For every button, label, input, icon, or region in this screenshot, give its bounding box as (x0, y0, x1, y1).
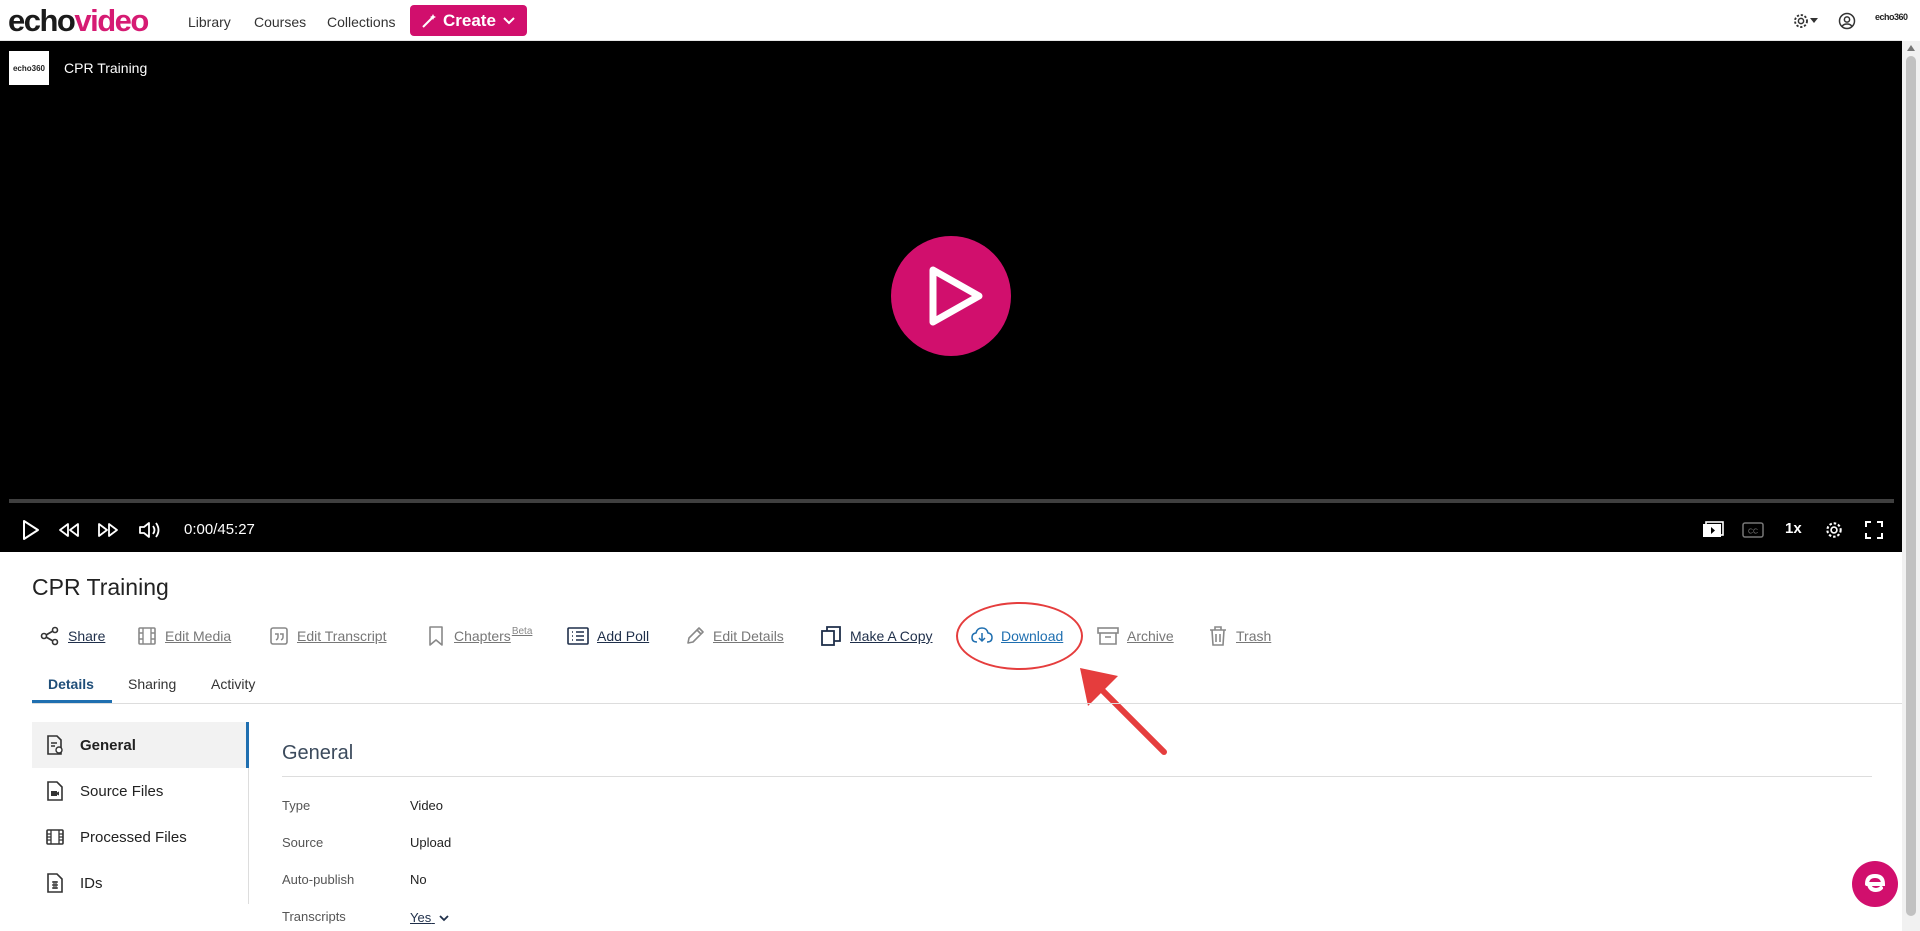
transcripts-dropdown[interactable]: Yes (410, 910, 449, 925)
archive-icon (1097, 627, 1119, 645)
details-sidebar: General Source Files Processed Files IDs (32, 722, 249, 904)
list-icon (567, 627, 589, 645)
seek-bar[interactable] (9, 499, 1894, 503)
institution-logo: echo360 (1875, 12, 1908, 22)
share-icon (40, 626, 59, 646)
add-poll-action[interactable]: Add Poll (567, 625, 649, 647)
create-button[interactable]: Create (410, 5, 527, 36)
player-title: CPR Training (64, 60, 148, 76)
general-divider (282, 776, 1872, 777)
playback-time: 0:00/45:27 (184, 521, 255, 538)
settings-menu-button[interactable] (1788, 10, 1822, 32)
scrollbar-thumb[interactable] (1906, 56, 1916, 916)
general-heading: General (282, 742, 354, 764)
edit-transcript-action[interactable]: Edit Transcript (269, 625, 386, 647)
film-icon (138, 627, 156, 645)
gear-icon (1794, 14, 1808, 28)
picture-in-picture-icon (1703, 521, 1724, 537)
player-logo: echo360 (9, 51, 49, 85)
volume-icon (139, 522, 160, 538)
chevron-down-icon (439, 915, 449, 922)
fullscreen-icon (1865, 521, 1883, 539)
field-value-source: Upload (410, 835, 452, 850)
field-label-transcripts: Transcripts (282, 909, 346, 924)
video-player[interactable]: echo360 CPR Training 0:00/45:27 CC 1x (0, 41, 1902, 552)
svg-text:CC: CC (1748, 529, 1758, 536)
secondary-source-button[interactable] (1700, 517, 1726, 543)
fast-forward-button[interactable] (95, 517, 121, 543)
sidebar-item-ids[interactable]: IDs (32, 860, 249, 906)
volume-button[interactable] (136, 517, 164, 543)
nav-library[interactable]: Library (188, 14, 231, 30)
beta-badge: Beta (511, 625, 533, 637)
field-value-auto-publish: No (410, 872, 427, 887)
fullscreen-button[interactable] (1861, 517, 1887, 543)
echo-chat-icon (1865, 873, 1886, 893)
edit-details-action[interactable]: Edit Details (685, 625, 784, 647)
trash-action[interactable]: Trash (1208, 625, 1271, 647)
play-button[interactable] (18, 517, 44, 543)
general-doc-icon (47, 735, 63, 755)
scroll-up-arrow-icon[interactable] (1907, 45, 1915, 51)
magic-wand-icon (422, 13, 436, 28)
edit-media-action[interactable]: Edit Media (137, 625, 231, 647)
user-account-button[interactable] (1836, 10, 1858, 32)
copy-icon (821, 626, 841, 646)
playback-speed-button[interactable]: 1x (1785, 520, 1802, 537)
sidebar-item-general[interactable]: General (32, 722, 249, 768)
player-settings-button[interactable] (1821, 517, 1847, 543)
sidebar-item-source-files[interactable]: Source Files (32, 768, 249, 814)
caret-down-icon (1810, 18, 1818, 23)
chevron-down-icon (503, 16, 515, 24)
annotation-arrow-icon (1080, 668, 1167, 755)
chapters-action[interactable]: Chapters Beta (426, 625, 532, 647)
trash-icon (1210, 626, 1226, 646)
user-circle-icon (1838, 12, 1856, 30)
rewind-button[interactable] (56, 517, 82, 543)
play-icon (23, 520, 39, 540)
pencil-icon (687, 627, 704, 644)
share-action[interactable]: Share (40, 625, 105, 647)
nav-collections[interactable]: Collections (327, 14, 395, 30)
make-a-copy-action[interactable]: Make A Copy (820, 625, 933, 647)
download-highlight-circle (956, 602, 1083, 670)
echovideo-logo[interactable]: echovideo (8, 3, 149, 39)
field-label-type: Type (282, 798, 311, 813)
cc-icon: CC (1742, 522, 1764, 538)
big-play-button[interactable] (891, 236, 1011, 356)
source-file-icon (47, 781, 63, 801)
top-bar: echovideo Library Courses Collections Cr… (0, 0, 1908, 41)
closed-captions-button[interactable]: CC (1740, 517, 1766, 543)
quote-icon (270, 627, 288, 645)
gear-icon (1826, 522, 1842, 538)
play-icon (929, 266, 983, 326)
sidebar-item-processed-files[interactable]: Processed Files (32, 814, 249, 860)
bookmark-icon (429, 626, 443, 646)
tab-divider (32, 703, 1902, 704)
field-value-type: Video (410, 798, 444, 813)
media-title: CPR Training (32, 574, 169, 600)
nav-courses[interactable]: Courses (254, 14, 306, 30)
tab-activity[interactable]: Activity (211, 676, 255, 692)
field-label-source: Source (282, 835, 324, 850)
tab-sharing[interactable]: Sharing (128, 676, 176, 692)
chat-widget-button[interactable] (1852, 861, 1898, 907)
ids-icon (47, 873, 63, 893)
field-label-auto-publish: Auto-publish (282, 872, 355, 887)
rewind-icon (59, 523, 79, 537)
fast-forward-icon (98, 523, 118, 537)
tab-details[interactable]: Details (48, 676, 94, 692)
archive-action[interactable]: Archive (1097, 625, 1174, 647)
processed-film-icon (46, 829, 64, 845)
page-scrollbar[interactable] (1902, 41, 1920, 931)
